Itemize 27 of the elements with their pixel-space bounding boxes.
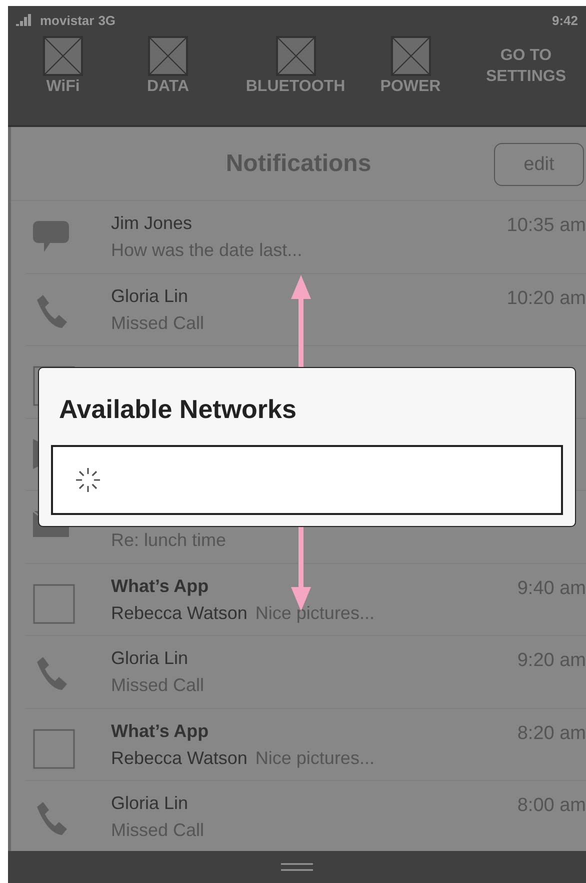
carrier-name: movistar — [40, 12, 94, 28]
signal-icon — [16, 14, 32, 26]
crossed-box-icon — [148, 36, 188, 76]
drag-handle-icon[interactable] — [281, 863, 313, 871]
loading-spinner-icon — [75, 467, 101, 493]
quick-toggle[interactable]: BLUETOOTH — [238, 36, 353, 96]
dialog-title: Available Networks — [59, 394, 298, 425]
crossed-box-icon — [43, 36, 83, 76]
quick-toggle[interactable]: DATA — [98, 36, 238, 96]
square-icon — [33, 728, 75, 768]
sender-name: Rebecca Watson — [111, 748, 248, 768]
clock-time: 9:42 — [552, 12, 578, 28]
sender-name: Rebecca Watson — [111, 602, 248, 622]
notification-title: What’s App — [111, 720, 209, 740]
quick-toggle[interactable]: POWER — [353, 36, 468, 96]
network-type: 3G — [98, 12, 116, 28]
notification-title: Gloria Lin — [111, 648, 188, 668]
crossed-box-icon — [276, 36, 316, 76]
notification-title: What’s App — [111, 576, 209, 596]
notification-title: Jim Jones — [111, 213, 192, 233]
notification-title: Gloria Lin — [111, 286, 188, 306]
square-icon — [33, 584, 75, 624]
crossed-box-icon — [390, 36, 430, 76]
notification-title: Gloria Lin — [111, 793, 188, 813]
settings-button[interactable]: GO TO SETTINGS — [476, 46, 576, 88]
quick-toggle[interactable]: WiFi — [28, 36, 98, 96]
speech-bubble-icon — [33, 221, 69, 253]
